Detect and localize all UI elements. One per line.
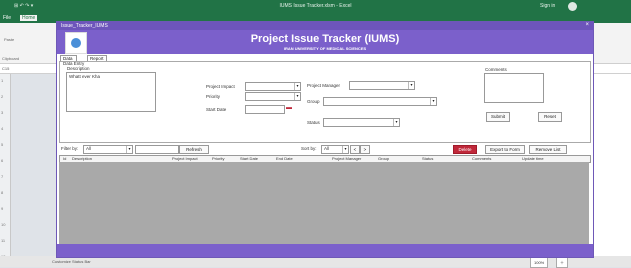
comments-label: Comments [485, 67, 507, 72]
data-entry-panel: Data Entry Description Whatt ever Kha Pr… [59, 61, 591, 143]
filter-by-label: Filter by: [61, 146, 79, 151]
signin-link[interactable]: Sign in [540, 3, 555, 9]
prev-button[interactable]: < [350, 145, 360, 154]
issue-tracker-dialog: Issue_Tracker_IUMS × Project Issue Track… [56, 21, 594, 258]
start-date-input[interactable] [245, 105, 285, 114]
priority-label: Priority [206, 94, 221, 99]
paste-label[interactable]: Paste [4, 37, 14, 42]
remove-list-button[interactable]: Remove List [529, 145, 567, 154]
filter-text-input[interactable] [135, 145, 179, 154]
clipboard-label: Clipboard [2, 56, 20, 61]
dialog-titlebar: Issue_Tracker_IUMS × [57, 22, 593, 30]
issues-list[interactable] [59, 162, 589, 244]
project-manager-dropdown[interactable]: ▾ [349, 81, 415, 90]
description-label: Description [67, 66, 90, 71]
worksheet-grid[interactable] [592, 74, 631, 267]
comments-textarea[interactable] [484, 73, 544, 103]
chevron-down-icon: ▾ [342, 146, 348, 153]
group-dropdown[interactable]: ▾ [323, 97, 437, 106]
dialog-title: Issue_Tracker_IUMS [61, 23, 108, 29]
sort-by-label: Sort by: [301, 146, 317, 151]
chevron-down-icon: ▾ [393, 119, 399, 126]
project-manager-label: Project Manager [307, 83, 341, 88]
dialog-footer [57, 244, 593, 257]
refresh-button[interactable]: Refresh [179, 145, 209, 154]
tab-file[interactable]: File [3, 15, 11, 21]
filter-by-dropdown[interactable]: All ▾ [83, 145, 133, 154]
project-impact-dropdown[interactable]: ▾ [245, 82, 301, 91]
description-value: Whatt ever Kha [69, 74, 101, 79]
delete-button[interactable]: Delete [453, 145, 477, 154]
banner-subtitle: IRAN UNIVERSITY OF MEDICAL SCIENCES [283, 46, 367, 51]
reset-button[interactable]: Reset [538, 112, 562, 122]
header-banner: Project Issue Tracker (IUMS) IRAN UNIVER… [57, 30, 593, 54]
project-impact-label: Project Impact [206, 84, 235, 89]
sort-by-value: All [324, 146, 330, 151]
filter-by-value: All [86, 146, 92, 151]
row-headers: 123456789101112 [0, 74, 11, 267]
description-textarea[interactable]: Whatt ever Kha [66, 72, 156, 112]
close-button[interactable]: × [585, 22, 589, 28]
chevron-down-icon: ▾ [294, 83, 300, 90]
avatar[interactable] [568, 2, 577, 11]
status-label: Status [307, 120, 320, 125]
chevron-down-icon: ▾ [430, 98, 436, 105]
zoom-level[interactable]: 100% [530, 257, 549, 268]
excel-window-title: IUMS Issue Tracker.xlsm - Excel [279, 3, 352, 9]
calendar-icon[interactable]: ▬ [286, 105, 292, 111]
sort-by-dropdown[interactable]: All ▾ [321, 145, 349, 154]
statusbar-text: Customize Status Bar [52, 259, 91, 264]
group-label: Group [307, 99, 320, 104]
priority-dropdown[interactable]: ▾ [245, 92, 301, 101]
export-form-button[interactable]: Export to Form [485, 145, 525, 154]
zoom-in-button[interactable]: ＋ [556, 257, 568, 268]
excel-titlebar: ⊞ ↶ ↷ ▾ IUMS Issue Tracker.xlsm - Excel … [0, 0, 631, 13]
name-box[interactable]: C15 [2, 66, 9, 71]
list-toolbar: Filter by: All ▾ Refresh Sort by: All ▾ … [59, 144, 589, 154]
start-date-label: Start Date [206, 107, 227, 112]
chevron-down-icon: ▾ [294, 93, 300, 100]
chevron-down-icon: ▾ [408, 82, 414, 89]
status-dropdown[interactable]: ▾ [323, 118, 400, 127]
banner-title: Project Issue Tracker (IUMS) [250, 33, 400, 45]
submit-button[interactable]: Submit [486, 112, 510, 122]
next-button[interactable]: > [360, 145, 370, 154]
chevron-down-icon: ▾ [126, 146, 132, 153]
tab-home[interactable]: Home [20, 15, 38, 21]
